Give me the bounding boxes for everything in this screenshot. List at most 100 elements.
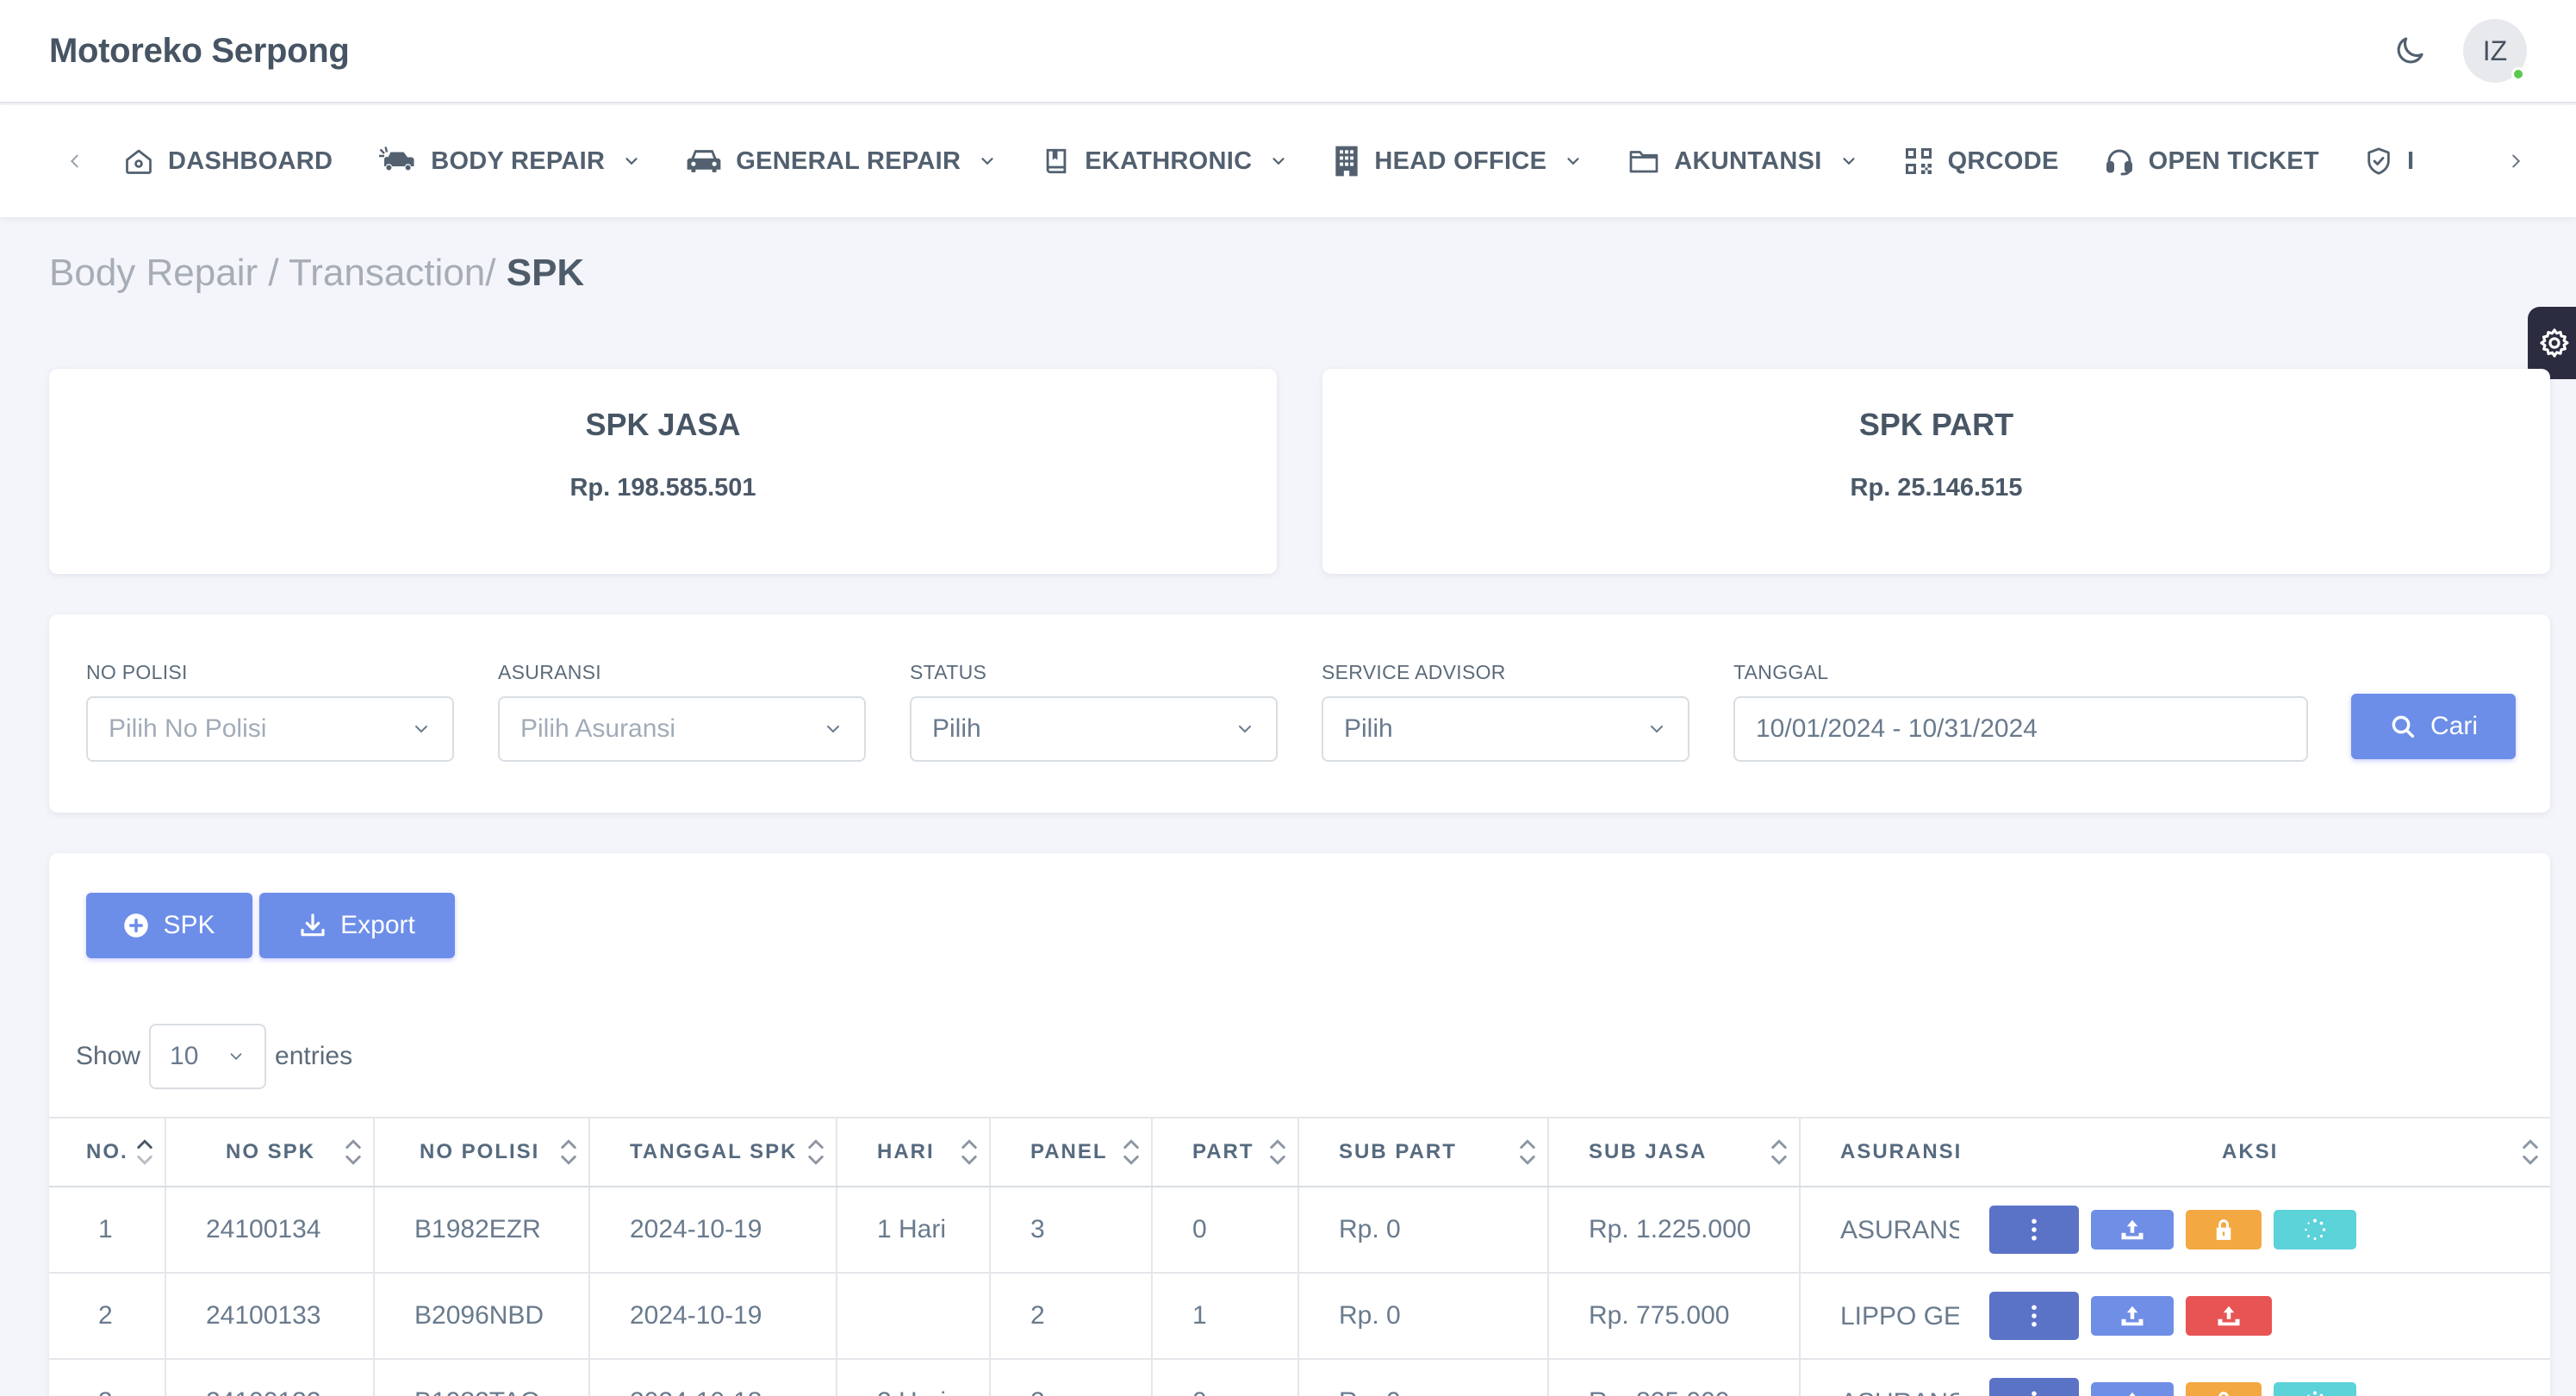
spk-jasa-card: SPK JASA Rp. 198.585.501 [49, 369, 1277, 574]
no-polisi-select[interactable]: Pilih No Polisi [86, 696, 454, 762]
menu-scroll-right-icon[interactable] [2490, 152, 2542, 171]
cell-no: 3 [49, 1359, 166, 1396]
menu-item-head-office[interactable]: HEAD OFFICE [1310, 145, 1605, 178]
column-header-aksi[interactable]: AKSI [1989, 1117, 2550, 1187]
moon-icon[interactable] [2389, 30, 2430, 72]
menu-item-label: BODY REPAIR [431, 146, 606, 175]
asuransi-text: ASURANSI [1840, 1388, 1959, 1396]
date-range-input[interactable]: 10/01/2024 - 10/31/2024 [1733, 696, 2308, 762]
cell-sub-part: Rp. 0 [1298, 1273, 1549, 1360]
sort-icon [1771, 1139, 1787, 1165]
menu-item-dashboard[interactable]: DASHBOARD [101, 146, 355, 177]
spinner-icon [2305, 1218, 2326, 1241]
entries-per-page-select[interactable]: 10 [149, 1024, 267, 1089]
cell-panel: 3 [990, 1187, 1153, 1274]
export-button[interactable]: Export [259, 893, 455, 958]
brand-name[interactable]: Motoreko Serpong [49, 32, 350, 71]
asuransi-filter: ASURANSI Pilih Asuransi [498, 661, 866, 762]
menu-item-open-ticket[interactable]: OPEN TICKET [2081, 146, 2342, 177]
add-spk-button[interactable]: SPK [86, 893, 252, 958]
book-icon [1046, 148, 1067, 174]
service-advisor-select[interactable]: Pilih [1322, 696, 1689, 762]
process-button[interactable] [2274, 1210, 2356, 1250]
column-header-sub-part[interactable]: SUB PART [1298, 1117, 1549, 1187]
asuransi-placeholder: Pilih Asuransi [520, 714, 676, 743]
upload-button[interactable] [2091, 1210, 2174, 1250]
lock-icon [2218, 1392, 2229, 1396]
column-header-no[interactable]: NO. [49, 1117, 166, 1187]
menu-scroll-left-icon[interactable] [49, 152, 101, 171]
cell-tanggal: 2024-10-18 [589, 1359, 837, 1396]
plus-circle-icon [124, 913, 149, 938]
column-header-panel[interactable]: PANEL [990, 1117, 1153, 1187]
asuransi-text: ASURANSI [1840, 1215, 1959, 1244]
spinner-icon [2307, 1391, 2324, 1396]
sort-asc-icon [137, 1139, 152, 1165]
chevron-down-icon [1567, 158, 1579, 165]
lock-button[interactable] [2186, 1382, 2262, 1396]
process-button[interactable] [2274, 1382, 2356, 1396]
cell-no-polisi: B1982EZR [374, 1187, 590, 1274]
cell-no-spk: 24100133 [165, 1273, 375, 1360]
column-header-hari[interactable]: HARI [837, 1117, 991, 1187]
avatar-initials: IZ [2482, 34, 2508, 66]
chevron-down-icon [1651, 726, 1663, 733]
row-menu-button[interactable] [1989, 1378, 2079, 1396]
header-label: NO. [86, 1140, 128, 1163]
upload-button[interactable] [2091, 1382, 2174, 1396]
cell-sub-jasa: Rp. 775.000 [1548, 1273, 1801, 1360]
column-header-asuransi[interactable]: ASURANSI [1800, 1117, 1989, 1187]
chevron-down-icon [827, 726, 839, 733]
spk-part-title: SPK PART [1858, 407, 2014, 442]
spk-part-card: SPK PART Rp. 25.146.515 [1322, 369, 2550, 574]
entries-value: 10 [170, 1042, 199, 1070]
service-advisor-label: SERVICE ADVISOR [1322, 661, 1506, 683]
spk-table: NO. NO SPK NO POLISI TANGGAL SPK HARI PA… [49, 1117, 2550, 1396]
breadcrumb-path[interactable]: Body Repair / Transaction/ [49, 252, 507, 294]
cell-hari: 1 Hari [837, 1187, 991, 1274]
cell-no-polisi: B1982TAO [374, 1359, 590, 1396]
no-polisi-filter: NO POLISI Pilih No Polisi [86, 661, 454, 762]
sort-icon [345, 1139, 361, 1165]
menu-item-qrcode[interactable]: QRCODE [1881, 146, 2081, 177]
column-header-sub-jasa[interactable]: SUB JASA [1548, 1117, 1801, 1187]
cell-panel: 2 [990, 1359, 1153, 1396]
header-label: PART [1192, 1140, 1254, 1163]
cell-no-spk: 24100132 [165, 1359, 375, 1396]
avatar[interactable]: IZ [2463, 19, 2527, 83]
upload-icon [2129, 1392, 2136, 1396]
header-label: NO POLISI [420, 1140, 540, 1163]
show-label: Show [76, 1042, 141, 1070]
lock-button[interactable] [2186, 1210, 2262, 1250]
status-label: STATUS [910, 661, 987, 683]
row-menu-button[interactable] [1989, 1292, 2079, 1340]
online-status-dot [2511, 67, 2525, 81]
cell-asuransi: ASURANSI [1800, 1187, 1989, 1274]
asuransi-select[interactable]: Pilih Asuransi [498, 696, 866, 762]
column-header-no-polisi[interactable]: NO POLISI [374, 1117, 590, 1187]
upload-button[interactable] [2091, 1296, 2174, 1336]
menu-item-general-repair[interactable]: GENERAL REPAIR [663, 146, 1019, 177]
menu-item-label: EKATHRONIC [1085, 146, 1253, 175]
sort-icon [1123, 1139, 1139, 1165]
search-button[interactable]: Cari [2351, 694, 2516, 759]
car-crash-icon [379, 146, 414, 171]
more-vertical-icon [2032, 1391, 2037, 1396]
spk-table-card: SPK Export Show 10 entries NO. NO SPK NO… [49, 853, 2550, 1396]
column-header-part[interactable]: PART [1152, 1117, 1299, 1187]
cell-sub-jasa: Rp. 825.000 [1548, 1359, 1801, 1396]
column-header-no-spk[interactable]: NO SPK [165, 1117, 375, 1187]
status-select[interactable]: Pilih [910, 696, 1278, 762]
cell-sub-part: Rp. 0 [1298, 1359, 1549, 1396]
menu-item-ekathronic[interactable]: EKATHRONIC [1019, 146, 1310, 177]
cell-aksi [1989, 1273, 2550, 1360]
menu-item-akuntansi[interactable]: AKUNTANSI [1605, 146, 1880, 177]
car-icon [687, 150, 721, 172]
row-menu-button[interactable] [1989, 1206, 2079, 1254]
more-vertical-icon [2032, 1218, 2037, 1241]
column-header-tanggal-spk[interactable]: TANGGAL SPK [589, 1117, 837, 1187]
upload-red-button[interactable] [2186, 1296, 2272, 1336]
upload-icon [2121, 1219, 2144, 1240]
menu-item-partial[interactable]: I [2342, 146, 2436, 177]
menu-item-body-repair[interactable]: BODY REPAIR [355, 146, 663, 177]
